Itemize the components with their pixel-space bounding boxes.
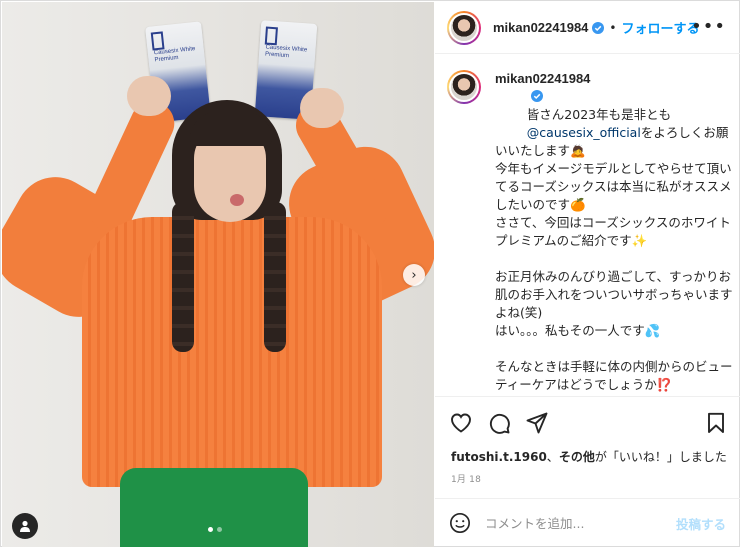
verified-badge-icon <box>530 90 543 102</box>
send-icon[interactable] <box>525 411 549 435</box>
verified-badge-icon <box>592 21 605 34</box>
comment-input[interactable] <box>485 515 676 531</box>
carousel-indicator <box>208 527 222 532</box>
post-image[interactable]: Causesix White Premium Causesix White Pr… <box>2 2 434 547</box>
likes-others-link[interactable]: その他 <box>559 450 595 464</box>
post-side-panel: mikan02241984 • フォローする ••• mikan02241984… <box>435 2 740 547</box>
comment-bar: 投稿する <box>435 498 740 547</box>
follow-button[interactable]: フォローする <box>622 18 700 37</box>
avatar[interactable] <box>447 70 481 104</box>
caption-text: をよろしくお願いいたします🙇 今年もイメージモデルとしてやらせて頂いてるコーズシ… <box>495 125 733 392</box>
carousel-dot <box>208 527 213 532</box>
more-options-icon[interactable]: ••• <box>691 18 726 36</box>
header-separator: • <box>609 20 617 35</box>
product-label: Causesix White Premium <box>264 44 308 60</box>
likes-summary: futoshi.t.1960、その他が「いいね！」しました <box>451 448 727 465</box>
carousel-dot <box>217 527 222 532</box>
caption-username[interactable]: mikan02241984 <box>495 71 590 86</box>
post-comment-button[interactable]: 投稿する <box>676 514 726 533</box>
heart-icon[interactable] <box>449 411 473 435</box>
chevron-right-icon: › <box>411 267 417 283</box>
header-username[interactable]: mikan02241984 <box>493 20 588 35</box>
comment-icon[interactable] <box>487 411 511 435</box>
caption-body: mikan02241984 皆さん2023年も是非とも @causesix_of… <box>495 70 735 396</box>
action-bar <box>435 396 740 452</box>
post-header: mikan02241984 • フォローする ••• <box>435 2 740 54</box>
post-date[interactable]: 1月 18 <box>451 472 481 485</box>
likes-tail: が「いいね！」しました <box>594 450 727 464</box>
caption-intro: 皆さん2023年も是非とも <box>526 107 672 122</box>
post-caption: mikan02241984 皆さん2023年も是非とも @causesix_of… <box>447 70 738 396</box>
avatar[interactable] <box>447 10 481 45</box>
user-tag-button[interactable] <box>12 513 38 539</box>
caption-mention-link[interactable]: @causesix_official <box>527 125 641 140</box>
likes-separator: 、 <box>546 450 559 464</box>
user-tag-icon <box>20 520 30 532</box>
bookmark-icon[interactable] <box>704 411 728 435</box>
post-modal: Causesix White Premium Causesix White Pr… <box>0 0 740 547</box>
emoji-icon[interactable] <box>449 512 471 534</box>
next-image-button[interactable]: › <box>403 264 425 286</box>
likes-user-link[interactable]: futoshi.t.1960 <box>451 450 547 464</box>
